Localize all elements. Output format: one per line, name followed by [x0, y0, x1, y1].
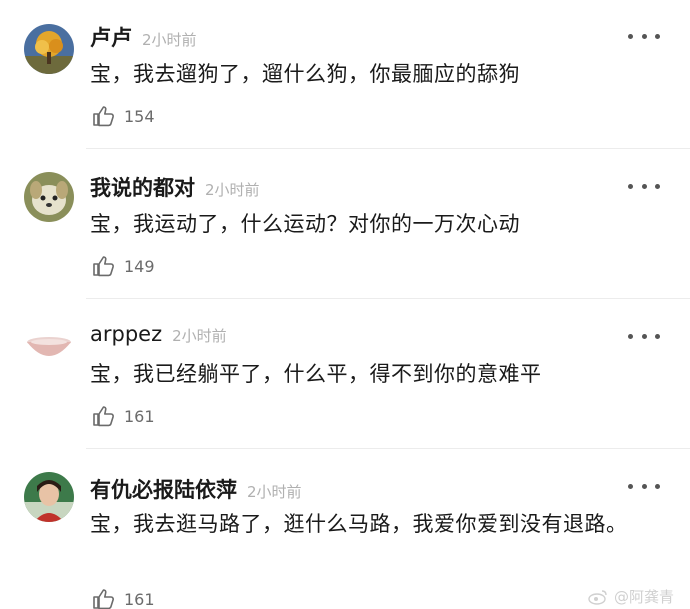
- comment-text: 宝，我去遛狗了，遛什么狗，你最腼应的舔狗: [90, 62, 520, 86]
- tree-avatar-icon: [24, 24, 74, 74]
- username-text[interactable]: arppez: [90, 322, 162, 346]
- dot-icon: [628, 333, 633, 339]
- watermark-text: @阿龚青: [613, 588, 674, 606]
- more-options-button[interactable]: [628, 178, 660, 194]
- like-button[interactable]: 149: [92, 254, 155, 278]
- like-count: 161: [124, 589, 155, 609]
- dot-icon: [628, 183, 633, 189]
- dot-icon: [655, 183, 660, 189]
- like-button[interactable]: 161: [92, 587, 155, 609]
- username[interactable]: 我说的都对 2小时前: [90, 172, 260, 202]
- thumbs-up-icon: [93, 589, 114, 609]
- comment-text: 宝，我已经躺平了，什么平，得不到你的意难平: [90, 362, 542, 386]
- watermark: @阿龚青: [588, 586, 674, 607]
- thumbs-up-icon: [93, 256, 114, 277]
- comment-item: arppez 2小时前 宝，我已经躺平了，什么平，得不到你的意难平 161: [0, 300, 690, 450]
- like-count: 154: [124, 106, 155, 126]
- like-count: 149: [124, 256, 155, 276]
- like-button[interactable]: 154: [92, 104, 155, 128]
- comment-item: 有仇必报陆依萍 2小时前 宝，我去逛马路了，逛什么马路，我爱你爱到没有退路。 16…: [0, 450, 690, 609]
- username-text[interactable]: 有仇必报陆依萍: [90, 478, 237, 502]
- dot-icon: [628, 33, 633, 39]
- username[interactable]: arppez 2小时前: [90, 322, 227, 346]
- dot-icon: [641, 483, 647, 489]
- like-button[interactable]: 161: [92, 404, 155, 428]
- dot-icon: [641, 183, 647, 189]
- timestamp: 2小时前: [142, 31, 197, 49]
- weibo-icon: [588, 589, 607, 605]
- username-text[interactable]: 卢卢: [90, 26, 132, 50]
- dot-icon: [655, 483, 660, 489]
- avatar[interactable]: [24, 322, 74, 372]
- more-options-button[interactable]: [628, 328, 660, 344]
- username[interactable]: 卢卢 2小时前: [90, 22, 197, 52]
- comment-item: 我说的都对 2小时前 宝，我运动了，什么运动？对你的一万次心动 149: [0, 150, 690, 300]
- comment-item: 卢卢 2小时前 宝，我去遛狗了，遛什么狗，你最腼应的舔狗 154: [0, 0, 690, 150]
- comment-list: 卢卢 2小时前 宝，我去遛狗了，遛什么狗，你最腼应的舔狗 154 我说的都对 2…: [0, 0, 690, 609]
- comment-text: 宝，我去逛马路了，逛什么马路，我爱你爱到没有退路。: [90, 512, 628, 536]
- avatar[interactable]: [24, 24, 74, 74]
- dot-icon: [628, 483, 633, 489]
- person-avatar-icon: [24, 472, 74, 522]
- dot-icon: [655, 333, 660, 339]
- divider: [86, 148, 690, 149]
- timestamp: 2小时前: [247, 483, 302, 501]
- username[interactable]: 有仇必报陆依萍 2小时前: [90, 474, 302, 504]
- username-text[interactable]: 我说的都对: [90, 176, 195, 200]
- avatar[interactable]: [24, 472, 74, 522]
- thumbs-up-icon: [93, 406, 114, 427]
- divider: [86, 298, 690, 299]
- timestamp: 2小时前: [205, 181, 260, 199]
- divider: [86, 448, 690, 449]
- like-count: 161: [124, 406, 155, 426]
- bowl-avatar-icon: [24, 322, 74, 372]
- dot-icon: [655, 33, 660, 39]
- dot-icon: [641, 333, 647, 339]
- more-options-button[interactable]: [628, 478, 660, 494]
- thumbs-up-icon: [93, 106, 114, 127]
- dog-avatar-icon: [24, 172, 74, 222]
- comment-text: 宝，我运动了，什么运动？对你的一万次心动: [90, 212, 520, 236]
- dot-icon: [641, 33, 647, 39]
- more-options-button[interactable]: [628, 28, 660, 44]
- timestamp: 2小时前: [172, 327, 227, 345]
- avatar[interactable]: [24, 172, 74, 222]
